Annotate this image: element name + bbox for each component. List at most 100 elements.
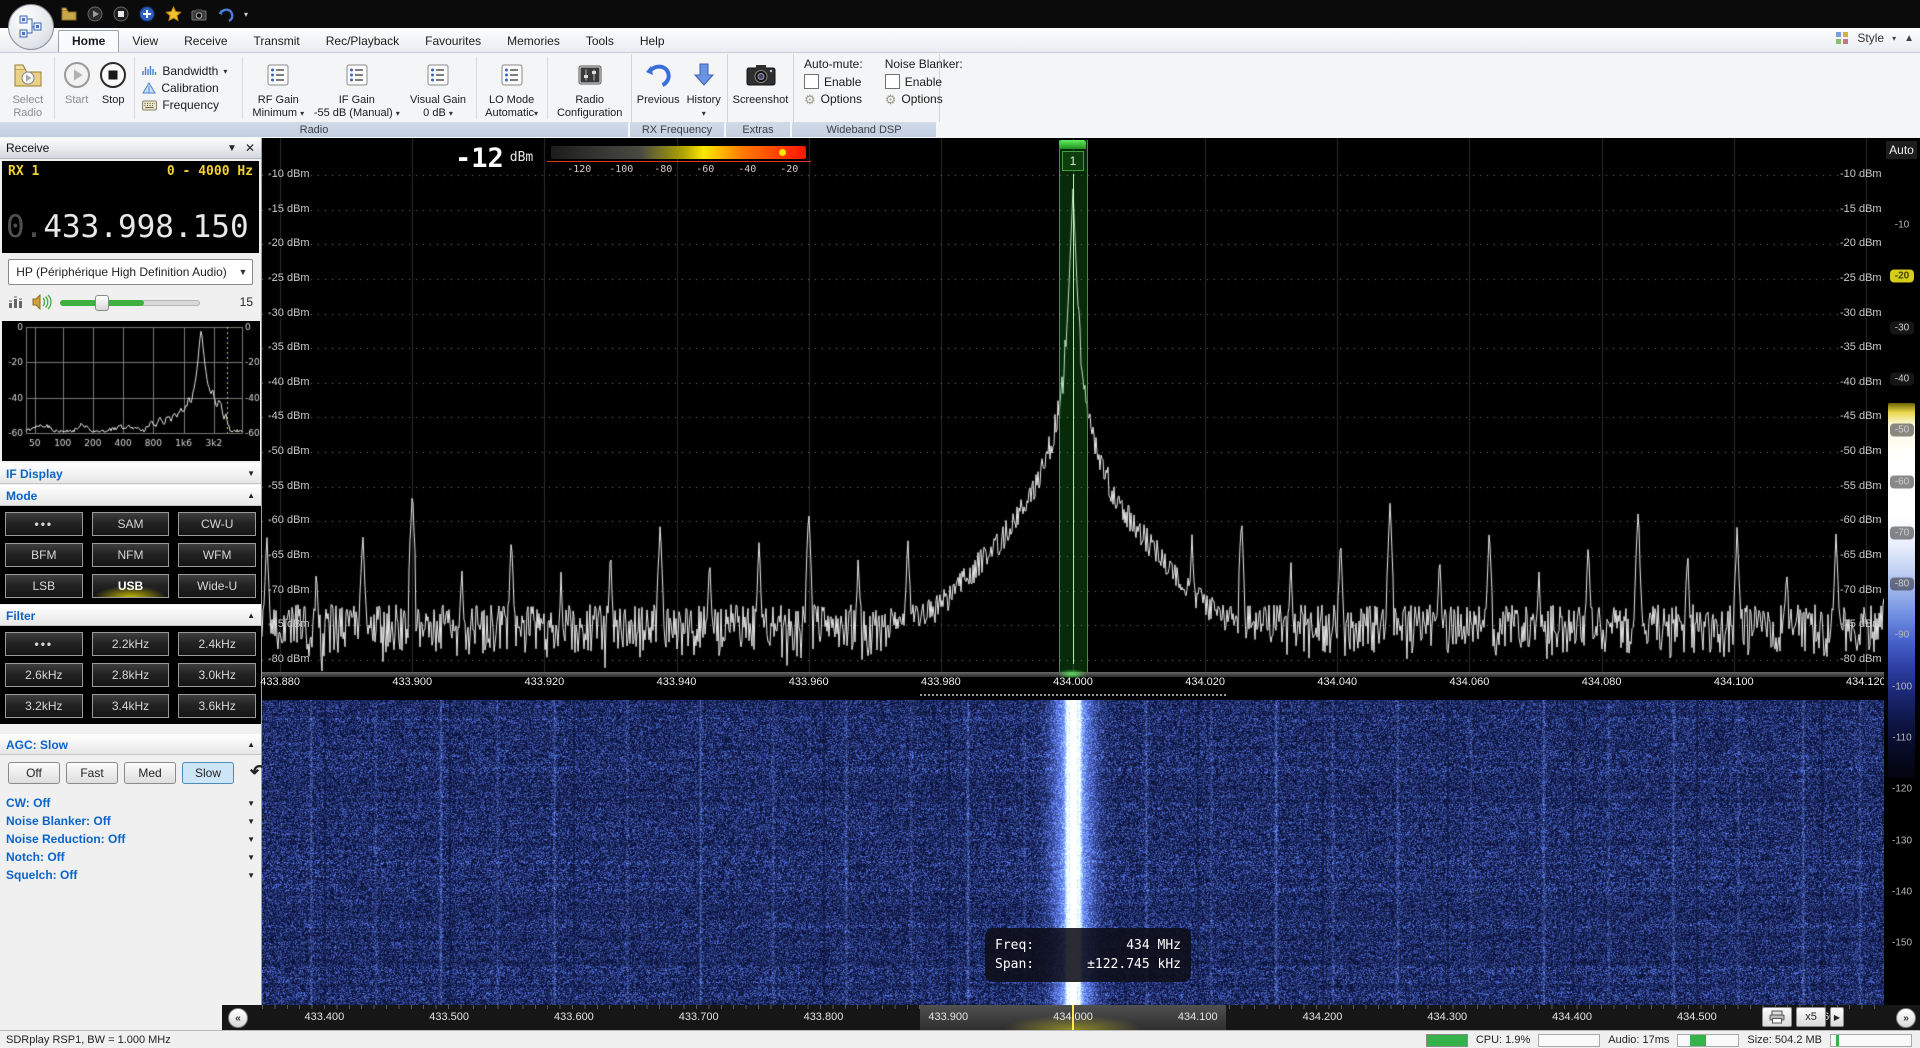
tab-home[interactable]: Home bbox=[58, 30, 119, 52]
section-noise-blanker-off[interactable]: Noise Blanker: Off▼ bbox=[0, 812, 261, 830]
if-gain-button[interactable]: IF Gain -55 dB (Manual) ▾ bbox=[310, 55, 403, 121]
palette-tick[interactable]: -70 bbox=[1884, 526, 1920, 539]
palette-tick[interactable]: -90 bbox=[1884, 630, 1920, 641]
section-noise-reduction-off[interactable]: Noise Reduction: Off▼ bbox=[0, 830, 261, 848]
frequency-display[interactable]: RX 1 0 - 4000 Hz 0.433.998.150 bbox=[2, 161, 259, 253]
frequency-digits[interactable]: 0.433.998.150 bbox=[6, 209, 249, 245]
previous-button[interactable]: Previous bbox=[634, 55, 682, 121]
bandwidth-button[interactable]: Bandwidth▾ bbox=[142, 64, 235, 78]
tab-view[interactable]: View bbox=[119, 31, 171, 52]
palette-tick[interactable]: -30 bbox=[1884, 321, 1920, 334]
agc-fast[interactable]: Fast bbox=[66, 762, 118, 784]
style-caret-icon[interactable]: ▾ bbox=[1892, 34, 1896, 43]
mode-wfm[interactable]: WFM bbox=[178, 543, 256, 567]
agc-off[interactable]: Off bbox=[8, 762, 60, 784]
audio-device-select[interactable]: HP (Périphérique High Definition Audio) … bbox=[8, 259, 253, 285]
tab-memories[interactable]: Memories bbox=[494, 31, 573, 52]
palette-tick[interactable]: -140 bbox=[1884, 886, 1920, 897]
stop-button[interactable]: Stop bbox=[95, 55, 132, 121]
speaker-icon[interactable] bbox=[32, 294, 52, 310]
lo-mode-button[interactable]: LO Mode Automatic▾ bbox=[480, 55, 544, 121]
filter-3.6khz[interactable]: 3.6kHz bbox=[178, 694, 256, 718]
scroll-left-button[interactable]: « bbox=[228, 1008, 248, 1028]
toolbar-overflow-caret[interactable]: ▾ bbox=[244, 10, 248, 19]
scroll-right-button[interactable]: » bbox=[1896, 1008, 1916, 1028]
select-radio-button[interactable]: Select Radio bbox=[4, 55, 51, 121]
filter-3.2khz[interactable]: 3.2kHz bbox=[5, 694, 83, 718]
palette-auto-button[interactable]: Auto bbox=[1886, 141, 1917, 159]
palette-tick[interactable]: -50 bbox=[1884, 424, 1920, 437]
filter-3.0khz[interactable]: 3.0kHz bbox=[178, 663, 256, 687]
frequency-button[interactable]: Frequency bbox=[142, 98, 235, 112]
mode-bfm[interactable]: BFM bbox=[5, 543, 83, 567]
tab-tools[interactable]: Tools bbox=[573, 31, 627, 52]
tab-receive[interactable]: Receive bbox=[171, 31, 240, 52]
filter-3.4khz[interactable]: 3.4kHz bbox=[92, 694, 170, 718]
section-agc[interactable]: AGC: Slow ▲ bbox=[0, 734, 261, 755]
print-button[interactable] bbox=[1762, 1007, 1792, 1027]
palette-threshold-marker[interactable]: -20 bbox=[1890, 270, 1914, 283]
history-button[interactable]: History ▾ bbox=[682, 55, 725, 121]
palette-tick[interactable]: -120 bbox=[1884, 784, 1920, 795]
mode-nfm[interactable]: NFM bbox=[92, 543, 170, 567]
palette-tick[interactable]: -60 bbox=[1884, 475, 1920, 488]
tab-favourites[interactable]: Favourites bbox=[412, 31, 494, 52]
volume-slider[interactable] bbox=[60, 295, 200, 309]
rf-gain-button[interactable]: RF Gain Minimum ▾ bbox=[246, 55, 310, 121]
calibration-button[interactable]: Calibration bbox=[142, 81, 235, 95]
visual-gain-button[interactable]: Visual Gain 0 dB ▾ bbox=[403, 55, 472, 121]
palette-tick[interactable]: -10 bbox=[1884, 220, 1920, 231]
auto-mute-options[interactable]: ⚙Options bbox=[804, 92, 863, 106]
open-folder-icon[interactable] bbox=[60, 5, 78, 23]
undo-icon[interactable] bbox=[216, 5, 234, 23]
filter-2.6khz[interactable]: 2.6kHz bbox=[5, 663, 83, 687]
mode-usb[interactable]: USB bbox=[92, 574, 170, 598]
ribbon-collapse-icon[interactable]: ▲ bbox=[1904, 33, 1914, 44]
palette-tick[interactable]: -110 bbox=[1884, 733, 1920, 744]
agc-med[interactable]: Med bbox=[124, 762, 176, 784]
play-icon[interactable] bbox=[86, 5, 104, 23]
span-indicator[interactable] bbox=[920, 694, 1226, 696]
zoom-expand-button[interactable]: ▶ bbox=[1830, 1007, 1844, 1027]
screenshot-button[interactable]: Screenshot bbox=[730, 55, 791, 121]
noise-blanker-options[interactable]: ⚙Options bbox=[885, 92, 963, 106]
add-icon[interactable] bbox=[138, 5, 156, 23]
tab-rec-playback[interactable]: Rec/Playback bbox=[313, 31, 412, 52]
palette-tick[interactable]: -150 bbox=[1884, 938, 1920, 949]
section-cw-off[interactable]: CW: Off▼ bbox=[0, 794, 261, 812]
style-button[interactable]: Style bbox=[1857, 31, 1884, 45]
mode-sam[interactable]: SAM bbox=[92, 512, 170, 536]
mode-wide-u[interactable]: Wide-U bbox=[178, 574, 256, 598]
palette-tick[interactable]: -100 bbox=[1884, 681, 1920, 692]
volume-slider-handle[interactable] bbox=[95, 295, 109, 311]
mode-cw-u[interactable]: CW-U bbox=[178, 512, 256, 536]
audio-spectrum-graph[interactable] bbox=[2, 321, 259, 461]
section-squelch-off[interactable]: Squelch: Off▼ bbox=[0, 866, 261, 884]
stop-icon[interactable] bbox=[112, 5, 130, 23]
section-notch-off[interactable]: Notch: Off▼ bbox=[0, 848, 261, 866]
agc-slow[interactable]: Slow bbox=[182, 762, 234, 784]
start-button[interactable]: Start bbox=[58, 55, 95, 121]
auto-mute-enable[interactable]: Enable bbox=[804, 74, 863, 89]
filter-2.2khz[interactable]: 2.2kHz bbox=[92, 632, 170, 656]
radio-configuration-button[interactable]: Radio Configuration bbox=[550, 55, 629, 121]
filter--[interactable]: ••• bbox=[5, 632, 83, 656]
section-if-display[interactable]: IF Display ▼ bbox=[0, 463, 261, 484]
waterfall-palette-bar[interactable]: Auto -10 -20 -30 -40 -50 -60 -70 -80 -90 -100 -110… bbox=[1884, 138, 1920, 1030]
section-filter[interactable]: Filter ▲ bbox=[0, 605, 261, 626]
panel-close-icon[interactable]: ✕ bbox=[245, 141, 255, 155]
tuning-marker[interactable]: 1 bbox=[1059, 140, 1086, 672]
noise-blanker-enable[interactable]: Enable bbox=[885, 74, 963, 89]
zoom-factor-button[interactable]: x5 bbox=[1796, 1007, 1826, 1027]
mode-lsb[interactable]: LSB bbox=[5, 574, 83, 598]
camera-icon[interactable] bbox=[190, 5, 208, 23]
mode--[interactable]: ••• bbox=[5, 512, 83, 536]
palette-tick[interactable]: -80 bbox=[1884, 578, 1920, 591]
filter-2.4khz[interactable]: 2.4kHz bbox=[178, 632, 256, 656]
palette-tick[interactable]: -40 bbox=[1884, 372, 1920, 385]
tab-help[interactable]: Help bbox=[627, 31, 678, 52]
palette-tick[interactable]: -20 bbox=[1884, 270, 1920, 283]
tab-transmit[interactable]: Transmit bbox=[241, 31, 313, 52]
favourite-star-icon[interactable] bbox=[164, 5, 182, 23]
application-button[interactable] bbox=[8, 4, 54, 50]
